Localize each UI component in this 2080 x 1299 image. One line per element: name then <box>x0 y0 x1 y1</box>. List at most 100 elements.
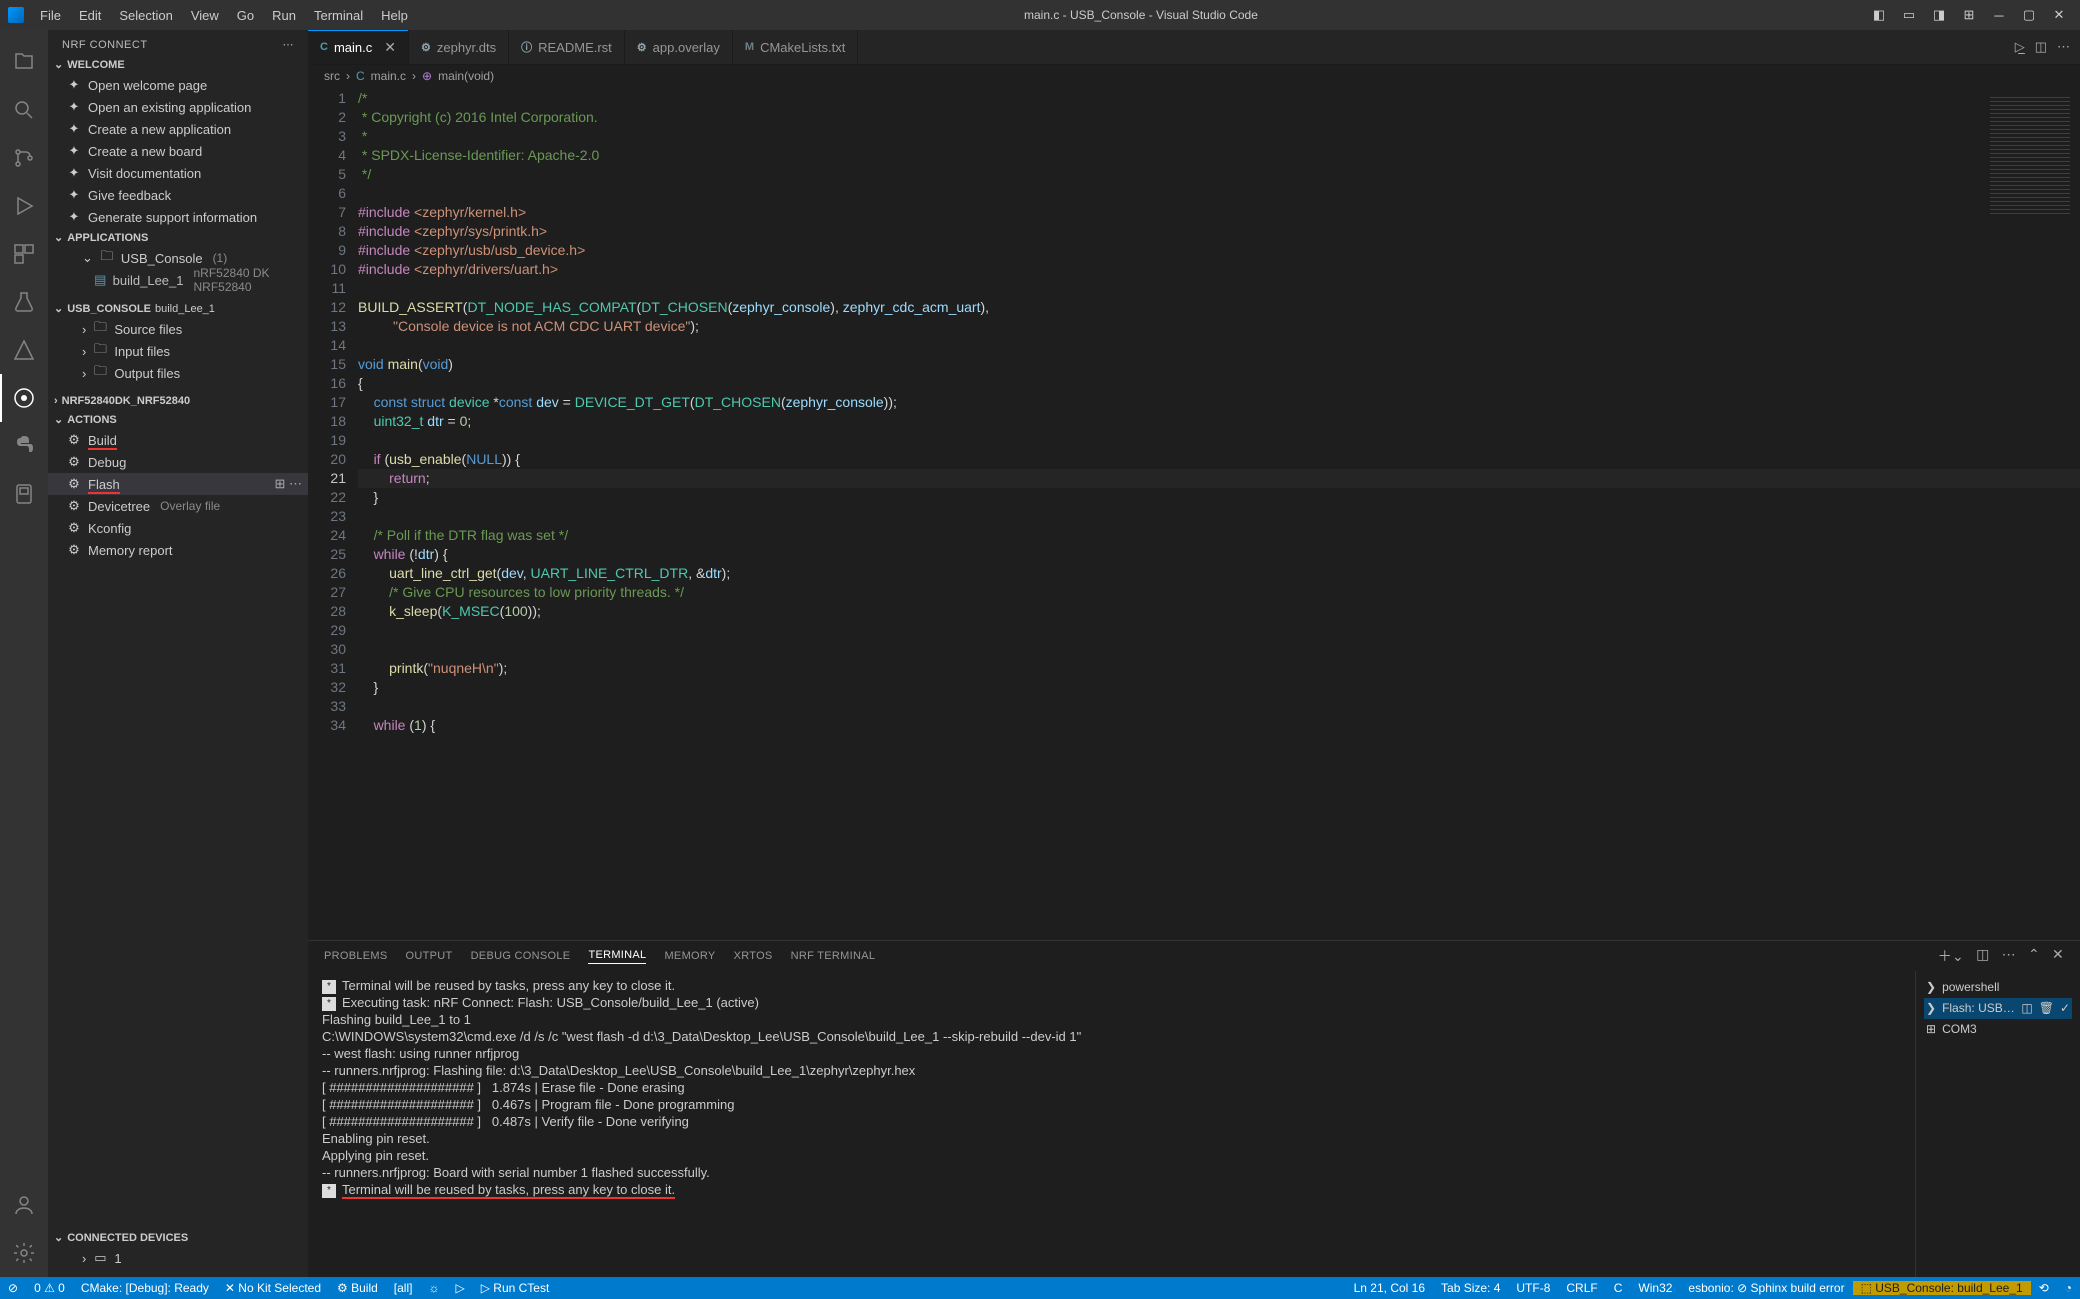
connected-devices-section[interactable]: ⌄CONNECTED DEVICES <box>48 1228 308 1247</box>
status-item[interactable]: ☼ <box>420 1277 447 1299</box>
terminal-output[interactable]: *Terminal will be reused by tasks, press… <box>308 971 1915 1277</box>
status-item[interactable]: CMake: [Debug]: Ready <box>73 1277 217 1299</box>
status-item[interactable]: 0 ⚠ 0 <box>26 1277 73 1299</box>
minimap[interactable] <box>1990 97 2070 217</box>
status-item[interactable]: C <box>1606 1281 1631 1295</box>
welcome-item[interactable]: ✦Create a new application <box>48 118 308 140</box>
new-terminal-icon[interactable]: ＋⌄ <box>1938 946 1964 966</box>
status-item[interactable]: Tab Size: 4 <box>1433 1281 1508 1295</box>
status-item[interactable]: UTF-8 <box>1508 1281 1558 1295</box>
close-panel-icon[interactable]: ✕ <box>2052 946 2064 966</box>
terminal-session[interactable]: ⊞COM3 <box>1924 1019 2072 1040</box>
status-item[interactable]: ⟲ <box>2031 1281 2057 1295</box>
run-icon[interactable]: ▷̲ <box>2015 39 2025 55</box>
applications-section[interactable]: ⌄APPLICATIONS <box>48 228 308 247</box>
device-icon[interactable] <box>0 470 48 518</box>
status-item[interactable]: [all] <box>386 1277 421 1299</box>
menu-edit[interactable]: Edit <box>71 4 109 27</box>
run-debug-icon[interactable] <box>0 182 48 230</box>
action-memory report[interactable]: ⚙Memory report <box>48 539 308 561</box>
action-flash[interactable]: ⚙Flash⊞ ⋯ <box>48 473 308 495</box>
status-item[interactable]: ⊘ <box>0 1277 26 1299</box>
menu-selection[interactable]: Selection <box>111 4 180 27</box>
accounts-icon[interactable] <box>0 1181 48 1229</box>
source-control-icon[interactable] <box>0 134 48 182</box>
status-item[interactable]: ⚙ Build <box>329 1277 386 1299</box>
panel-tab-terminal[interactable]: TERMINAL <box>588 949 646 964</box>
menu-go[interactable]: Go <box>229 4 262 27</box>
breadcrumb[interactable]: src› C main.c› ⊕ main(void) <box>308 65 2080 87</box>
test-icon[interactable] <box>0 278 48 326</box>
panel-tab-memory[interactable]: MEMORY <box>664 950 715 962</box>
panel-more-icon[interactable]: ⋯ <box>2002 946 2016 966</box>
menu-view[interactable]: View <box>183 4 227 27</box>
panel-left-icon[interactable]: ◧ <box>1866 5 1892 25</box>
panel-right-icon[interactable]: ◨ <box>1926 5 1952 25</box>
tab-CMakeLists-txt[interactable]: MCMakeLists.txt <box>733 30 858 64</box>
nrf-board-section[interactable]: ›NRF52840DK_NRF52840 <box>48 392 308 410</box>
panel-tab-debug-console[interactable]: DEBUG CONSOLE <box>471 950 571 962</box>
status-item[interactable]: ▷ Run CTest <box>473 1277 558 1299</box>
terminal-session[interactable]: ❯powershell <box>1924 977 2072 998</box>
close-icon[interactable]: ✕ <box>384 39 396 56</box>
trash-icon[interactable]: 🗑 <box>2039 1000 2054 1017</box>
split-icon[interactable]: ◫ <box>2021 1000 2032 1017</box>
status-item[interactable]: ▷ <box>447 1277 472 1299</box>
status-item[interactable]: ⬚ USB_Console: build_Lee_1 <box>1853 1281 2031 1295</box>
maximize-panel-icon[interactable]: ⌃ <box>2028 946 2040 966</box>
tab-README-rst[interactable]: ⓘREADME.rst <box>509 30 625 64</box>
tab-main-c[interactable]: Cmain.c✕ <box>308 30 409 64</box>
sidebar-more-icon[interactable]: ⋯ <box>283 38 295 51</box>
folder-item[interactable]: ›🗀Output files <box>48 362 308 384</box>
menu-run[interactable]: Run <box>264 4 304 27</box>
action-devicetree[interactable]: ⚙DevicetreeOverlay file <box>48 495 308 517</box>
menu-file[interactable]: File <box>32 4 69 27</box>
build-config-item[interactable]: ▤ build_Lee_1 nRF52840 DK NRF52840 <box>48 269 308 291</box>
panel-tab-xrtos[interactable]: XRTOS <box>734 950 773 962</box>
panel-tab-problems[interactable]: PROBLEMS <box>324 950 388 962</box>
panel-tab-output[interactable]: OUTPUT <box>406 950 453 962</box>
status-item[interactable]: ✕ No Kit Selected <box>217 1277 329 1299</box>
welcome-section[interactable]: ⌄WELCOME <box>48 55 308 74</box>
status-item[interactable]: ◔ <box>2057 1281 2080 1295</box>
action-kconfig[interactable]: ⚙Kconfig <box>48 517 308 539</box>
settings-icon[interactable] <box>0 1229 48 1277</box>
status-item[interactable]: Ln 21, Col 16 <box>1346 1281 1433 1295</box>
layout-icon[interactable]: ⊞ <box>1956 5 1982 25</box>
welcome-item[interactable]: ✦Open an existing application <box>48 96 308 118</box>
folder-item[interactable]: ›🗀Input files <box>48 340 308 362</box>
action-extras-icon[interactable]: ⊞ ⋯ <box>274 476 302 492</box>
nrf-connect-icon[interactable] <box>0 374 48 422</box>
cmake-icon[interactable] <box>0 326 48 374</box>
search-icon[interactable] <box>0 86 48 134</box>
tab-app-overlay[interactable]: ⚙app.overlay <box>625 30 733 64</box>
connected-device-item[interactable]: › ▭ 1 <box>48 1247 308 1269</box>
panel-bottom-icon[interactable]: ▭ <box>1896 5 1922 25</box>
python-icon[interactable] <box>0 422 48 470</box>
menu-help[interactable]: Help <box>373 4 416 27</box>
tab-zephyr-dts[interactable]: ⚙zephyr.dts <box>409 30 509 64</box>
welcome-item[interactable]: ✦Create a new board <box>48 140 308 162</box>
explorer-icon[interactable] <box>0 38 48 86</box>
status-item[interactable]: CRLF <box>1558 1281 1605 1295</box>
welcome-item[interactable]: ✦Open welcome page <box>48 74 308 96</box>
split-icon[interactable]: ◫ <box>2035 39 2047 55</box>
status-item[interactable]: esbonio: ⊘ Sphinx build error <box>1680 1281 1852 1295</box>
terminal-session[interactable]: ❯Flash: USB_Conso...◫🗑✓ <box>1924 998 2072 1019</box>
code-content[interactable]: /* * Copyright (c) 2016 Intel Corporatio… <box>358 87 2080 940</box>
menu-terminal[interactable]: Terminal <box>306 4 371 27</box>
maximize-button[interactable]: ▢ <box>2016 5 2042 25</box>
extensions-icon[interactable] <box>0 230 48 278</box>
editor-body[interactable]: 1234567891011121314151617181920212223242… <box>308 87 2080 940</box>
action-build[interactable]: ⚙Build <box>48 429 308 451</box>
actions-section[interactable]: ⌄ACTIONS <box>48 410 308 429</box>
close-button[interactable]: ✕ <box>2046 5 2072 25</box>
status-item[interactable]: Win32 <box>1630 1281 1680 1295</box>
minimize-button[interactable]: ─ <box>1986 5 2012 25</box>
folder-item[interactable]: ›🗀Source files <box>48 318 308 340</box>
action-debug[interactable]: ⚙Debug <box>48 451 308 473</box>
welcome-item[interactable]: ✦Generate support information <box>48 206 308 228</box>
welcome-item[interactable]: ✦Give feedback <box>48 184 308 206</box>
welcome-item[interactable]: ✦Visit documentation <box>48 162 308 184</box>
more-icon[interactable]: ⋯ <box>2057 39 2070 55</box>
